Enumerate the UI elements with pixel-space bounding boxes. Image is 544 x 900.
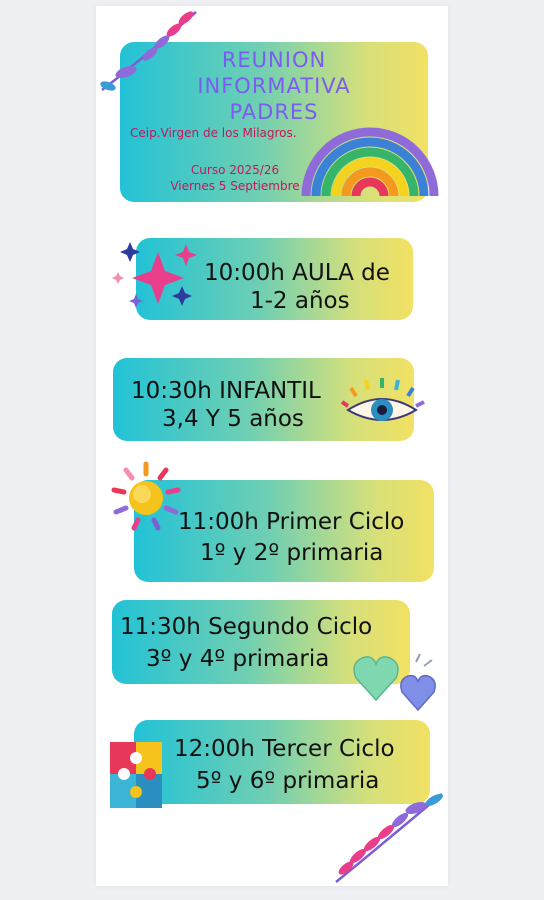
rainbow-icon	[301, 127, 439, 197]
rainbow-eye-icon	[340, 378, 425, 421]
session-2-time: 10:30h INFANTIL	[131, 378, 321, 404]
session-2-group: 3,4 Y 5 años	[162, 406, 304, 432]
leaf-branch-icon	[100, 11, 197, 91]
puzzle-icon	[110, 742, 162, 808]
session-3-group: 1º y 2º primaria	[200, 540, 384, 566]
session-4-group: 3º y 4º primaria	[146, 646, 330, 672]
session-3-time: 11:00h Primer Ciclo	[178, 509, 405, 535]
hearts-icon	[353, 653, 436, 712]
school-name: Ceip.Virgen de los Milagros.	[130, 126, 297, 140]
leaf-branch-icon	[335, 793, 443, 883]
session-1-group: 1-2 años	[250, 288, 350, 314]
session-5-time: 12:00h Tercer Ciclo	[174, 736, 395, 762]
session-1-time: 10:00h AULA de	[204, 260, 390, 286]
sparkle-stars-icon	[112, 242, 197, 308]
session-4-time: 11:30h Segundo Ciclo	[120, 614, 373, 640]
sun-icon	[111, 461, 181, 531]
